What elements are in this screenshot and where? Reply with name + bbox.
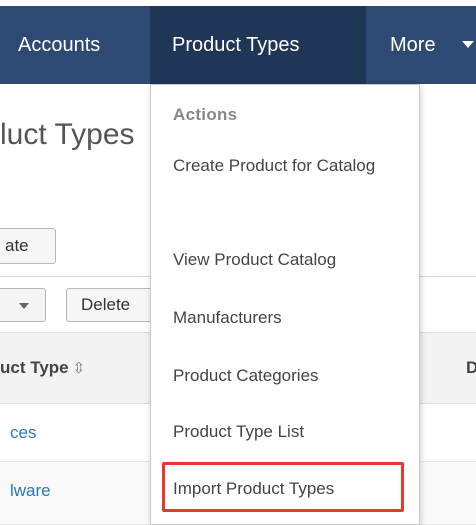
menu-item-import-product-types[interactable]: Import Product Types: [173, 474, 409, 503]
row-link[interactable]: ces: [10, 404, 36, 462]
caret-down-icon[interactable]: [462, 41, 474, 48]
nav-item-accounts[interactable]: Accounts: [18, 6, 100, 84]
create-button[interactable]: ate: [0, 228, 56, 264]
menu-item-view-product-catalog[interactable]: View Product Catalog: [173, 245, 409, 274]
nav-item-product-types[interactable]: Product Types: [172, 6, 299, 84]
column-header-product-type[interactable]: uct Type ⇳: [0, 333, 85, 403]
chevron-down-icon: [19, 303, 29, 309]
column-header-label: uct Type: [0, 358, 69, 377]
menu-item-product-type-list[interactable]: Product Type List: [173, 417, 409, 446]
menu-item-create-product-for-catalog[interactable]: Create Product for Catalog: [173, 151, 409, 180]
sort-icon[interactable]: ⇳: [73, 360, 86, 377]
column-header-description[interactable]: D: [466, 333, 476, 403]
row-link[interactable]: lware: [10, 462, 51, 520]
nav-item-more[interactable]: More: [390, 6, 436, 84]
mass-select-dropdown[interactable]: [0, 288, 46, 322]
page-title: luct Types: [0, 118, 135, 151]
menu-item-product-categories[interactable]: Product Categories: [173, 361, 409, 390]
dropdown-heading-actions: Actions: [173, 105, 238, 124]
more-dropdown-menu: Actions Create Product for Catalog View …: [150, 84, 420, 525]
menu-item-manufacturers[interactable]: Manufacturers: [173, 303, 409, 332]
